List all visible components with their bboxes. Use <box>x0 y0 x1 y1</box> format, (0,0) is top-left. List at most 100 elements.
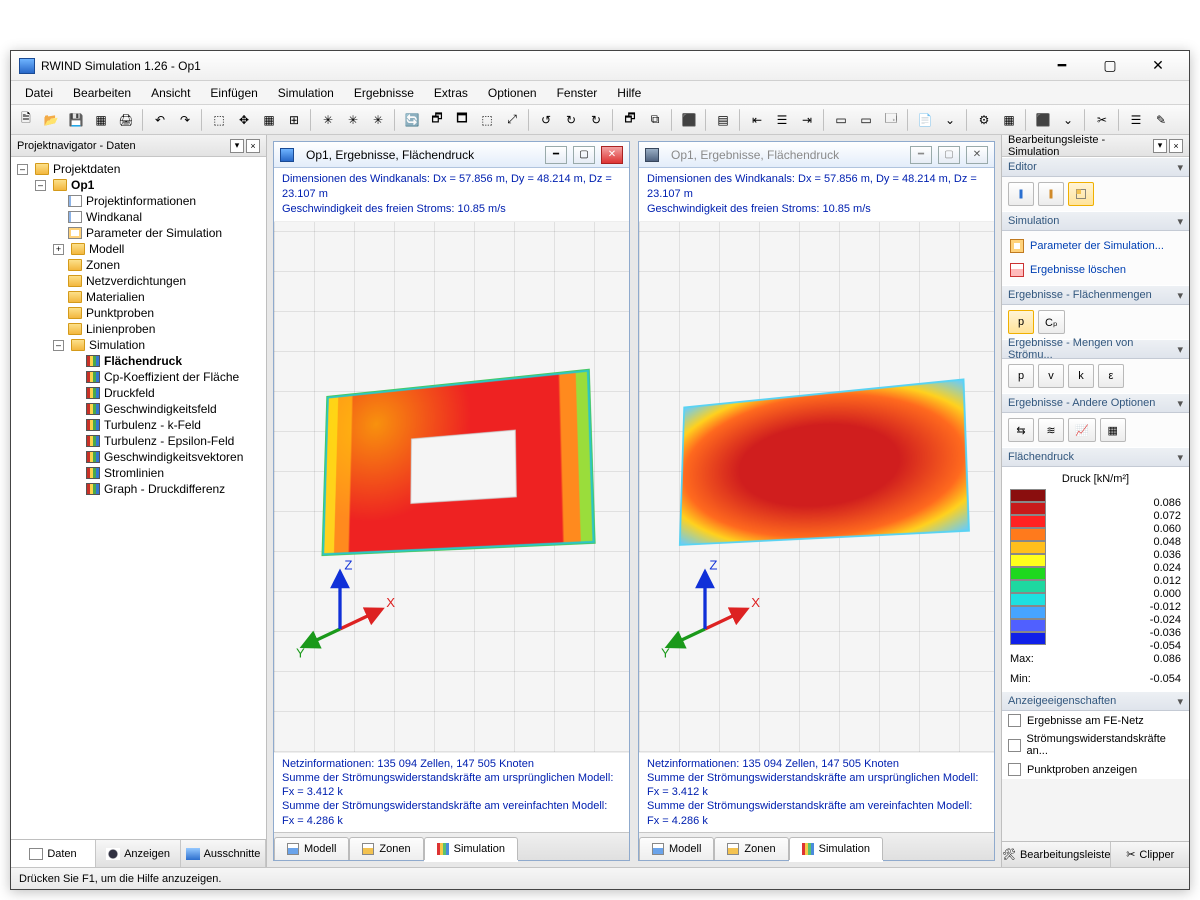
chevron-down-icon[interactable]: ▾ <box>1177 343 1183 356</box>
toolbar-button[interactable]: ▦ <box>998 109 1020 131</box>
menu-item-einfügen[interactable]: Einfügen <box>200 83 267 103</box>
result-qty-button[interactable]: ε <box>1098 364 1124 388</box>
window-maximize-button[interactable]: ▢ <box>1087 55 1133 77</box>
toolbar-button[interactable]: ▦ <box>90 109 112 131</box>
tree-item[interactable]: +Modell <box>53 241 264 257</box>
toolbar-button[interactable]: ⇤ <box>746 109 768 131</box>
toolbar-button[interactable]: 🗔 <box>880 109 902 131</box>
toolbar-button[interactable]: ⇥ <box>796 109 818 131</box>
panel-close-icon[interactable]: × <box>1169 139 1183 153</box>
toolbar-button[interactable]: ⊞ <box>283 109 305 131</box>
right-tab-bearbeitungsleiste[interactable]: 🛠 Bearbeitungsleiste <box>1002 842 1111 867</box>
viewport-tab-modell[interactable]: Modell <box>639 837 714 860</box>
project-tree[interactable]: –Projektdaten–Op1ProjektinformationenWin… <box>11 157 266 839</box>
mdi-close-button[interactable]: ✕ <box>601 146 623 164</box>
tree-item[interactable]: –Op1 <box>35 177 264 193</box>
editor-btn-2[interactable] <box>1038 182 1064 206</box>
toolbar-button[interactable]: 🗖 <box>451 109 473 131</box>
viewport-tab-simulation[interactable]: Simulation <box>789 837 883 860</box>
tree-item[interactable]: Geschwindigkeitsvektoren <box>71 449 264 465</box>
tree-item[interactable]: Graph - Druckdifferenz <box>71 481 264 497</box>
toolbar-button[interactable]: ✳ <box>342 109 364 131</box>
menu-item-ansicht[interactable]: Ansicht <box>141 83 200 103</box>
menu-item-extras[interactable]: Extras <box>424 83 478 103</box>
tree-item[interactable]: –Projektdaten <box>17 161 264 177</box>
menu-item-hilfe[interactable]: Hilfe <box>607 83 651 103</box>
tree-item[interactable]: Druckfeld <box>71 385 264 401</box>
tree-item[interactable]: Windkanal <box>53 209 264 225</box>
tree-item[interactable]: Turbulenz - k-Feld <box>71 417 264 433</box>
toolbar-button[interactable]: ⬛ <box>678 109 700 131</box>
toolbar-button[interactable]: ☰ <box>1125 109 1147 131</box>
tree-item[interactable]: Materialien <box>53 289 264 305</box>
chevron-down-icon[interactable]: ▾ <box>1177 161 1183 174</box>
navigator-pin-icon[interactable]: ▾ <box>230 139 244 153</box>
menu-item-ergebnisse[interactable]: Ergebnisse <box>344 83 424 103</box>
toolbar-button[interactable]: 🖨 <box>115 109 137 131</box>
toolbar-button[interactable]: ↻ <box>585 109 607 131</box>
checkbox[interactable] <box>1008 714 1021 727</box>
right-tab-clipper[interactable]: ✂ Clipper <box>1111 842 1189 867</box>
editor-btn-1[interactable] <box>1008 182 1034 206</box>
chevron-down-icon[interactable]: ▾ <box>1177 215 1183 228</box>
toolbar-button[interactable]: 🗗 <box>426 109 448 131</box>
panel-pin-icon[interactable]: ▾ <box>1153 139 1167 153</box>
toolbar-button[interactable]: ⌄ <box>1057 109 1079 131</box>
result-qty-button[interactable]: k <box>1068 364 1094 388</box>
mdi-titlebar[interactable]: Op1, Ergebnisse, Flächendruck ━ ▢ ✕ <box>639 142 994 168</box>
checkbox[interactable] <box>1008 739 1021 752</box>
toolbar-button[interactable]: ✂ <box>1091 109 1113 131</box>
menu-item-simulation[interactable]: Simulation <box>268 83 344 103</box>
mdi-titlebar[interactable]: Op1, Ergebnisse, Flächendruck ━ ▢ ✕ <box>274 142 629 168</box>
navigator-tab-daten[interactable]: Daten <box>11 840 96 867</box>
tree-item[interactable]: Netzverdichtungen <box>53 273 264 289</box>
other-opt-3[interactable]: 📈 <box>1068 418 1096 442</box>
toolbar-button[interactable]: ✳ <box>367 109 389 131</box>
toolbar-button[interactable]: ↶ <box>149 109 171 131</box>
toolbar-button[interactable]: ⬛ <box>1032 109 1054 131</box>
viewport-3d[interactable]: X Y Z <box>274 222 629 752</box>
tree-item[interactable]: Cp-Koeffizient der Fläche <box>71 369 264 385</box>
viewport-tab-simulation[interactable]: Simulation <box>424 837 518 860</box>
tree-item[interactable]: Stromlinien <box>71 465 264 481</box>
other-opt-2[interactable]: ≋ <box>1038 418 1064 442</box>
viewport-tab-modell[interactable]: Modell <box>274 837 349 860</box>
editor-btn-3[interactable] <box>1068 182 1094 206</box>
viewport-tab-zonen[interactable]: Zonen <box>714 837 788 860</box>
tree-item[interactable]: Flächendruck <box>71 353 264 369</box>
navigator-tab-anzeigen[interactable]: Anzeigen <box>96 840 181 867</box>
tree-item[interactable]: Zonen <box>53 257 264 273</box>
tree-item[interactable]: Projektinformationen <box>53 193 264 209</box>
window-close-button[interactable]: ✕ <box>1135 55 1181 77</box>
other-opt-1[interactable]: ⇆ <box>1008 418 1034 442</box>
menu-item-fenster[interactable]: Fenster <box>547 83 608 103</box>
toolbar-button[interactable]: 🗗 <box>619 109 641 131</box>
display-checkbox-row[interactable]: Punktproben anzeigen <box>1002 760 1189 779</box>
toolbar-button[interactable]: ↻ <box>560 109 582 131</box>
tree-item[interactable]: Geschwindigkeitsfeld <box>71 401 264 417</box>
tree-item[interactable]: –Simulation <box>53 337 264 353</box>
navigator-tab-ausschnitte[interactable]: Ausschnitte <box>181 840 266 867</box>
toolbar-button[interactable]: ✥ <box>233 109 255 131</box>
tree-item[interactable]: Linienproben <box>53 321 264 337</box>
result-qty-button[interactable]: p <box>1008 310 1034 334</box>
toolbar-button[interactable]: 📄 <box>914 109 936 131</box>
sim-link[interactable]: Ergebnisse löschen <box>1008 260 1183 280</box>
toolbar-button[interactable]: ⚙ <box>973 109 995 131</box>
chevron-down-icon[interactable]: ▾ <box>1177 397 1183 410</box>
mdi-maximize-button[interactable]: ▢ <box>938 146 960 164</box>
chevron-down-icon[interactable]: ▾ <box>1177 289 1183 302</box>
mdi-close-button[interactable]: ✕ <box>966 146 988 164</box>
navigator-close-icon[interactable]: × <box>246 139 260 153</box>
menu-item-optionen[interactable]: Optionen <box>478 83 547 103</box>
toolbar-button[interactable]: ↺ <box>535 109 557 131</box>
sim-link[interactable]: Parameter der Simulation... <box>1008 236 1183 256</box>
toolbar-button[interactable]: ↷ <box>174 109 196 131</box>
chevron-down-icon[interactable]: ▾ <box>1177 695 1183 708</box>
toolbar-button[interactable]: ⧉ <box>644 109 666 131</box>
toolbar-button[interactable]: ⤢ <box>501 109 523 131</box>
mdi-minimize-button[interactable]: ━ <box>910 146 932 164</box>
toolbar-button[interactable]: ⬚ <box>476 109 498 131</box>
tree-item[interactable]: Turbulenz - Epsilon-Feld <box>71 433 264 449</box>
toolbar-button[interactable]: ✎ <box>1150 109 1172 131</box>
